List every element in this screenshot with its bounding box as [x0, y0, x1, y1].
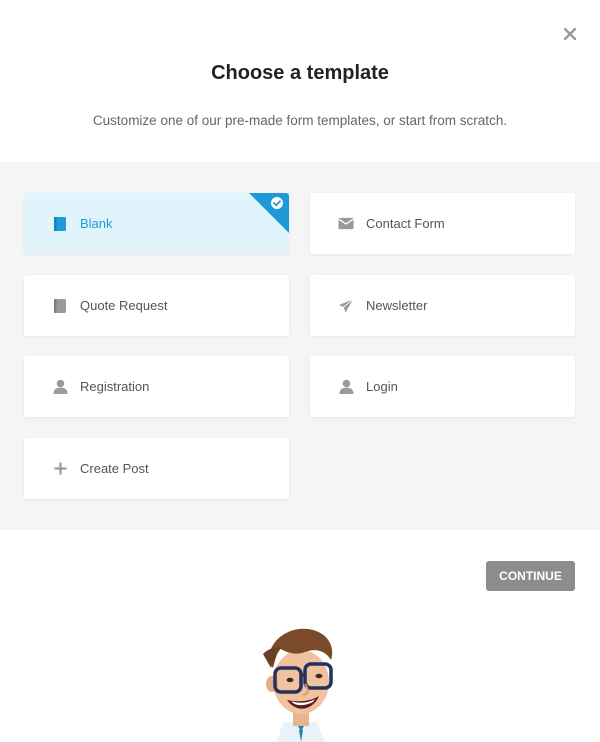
close-button[interactable] — [560, 24, 580, 44]
template-label: Quote Request — [80, 298, 168, 313]
template-label: Blank — [80, 216, 113, 231]
plus-icon — [52, 461, 68, 477]
dialog-subtitle: Customize one of our pre-made form templ… — [92, 113, 508, 128]
document-icon — [52, 298, 68, 314]
template-card-newsletter[interactable]: Newsletter — [310, 275, 575, 336]
template-card-quote-request[interactable]: Quote Request — [24, 275, 289, 336]
template-card-create-post[interactable]: Create Post — [24, 438, 289, 499]
paper-plane-icon — [338, 298, 354, 314]
template-label: Contact Form — [366, 216, 445, 231]
user-icon — [338, 379, 354, 395]
template-label: Registration — [80, 379, 150, 394]
close-icon — [564, 28, 576, 40]
template-grid: Blank Contact Form Quote Request Newslet… — [0, 162, 600, 530]
template-card-login[interactable]: Login — [310, 356, 575, 417]
template-card-contact-form[interactable]: Contact Form — [310, 193, 575, 254]
user-icon — [52, 379, 68, 395]
dialog-header: Choose a template Customize one of our p… — [0, 0, 600, 162]
template-label: Create Post — [80, 461, 149, 476]
template-label: Newsletter — [366, 298, 428, 313]
blank-page-icon — [52, 216, 68, 232]
envelope-icon — [338, 216, 354, 232]
mascot-illustration — [255, 622, 345, 742]
template-card-blank[interactable]: Blank — [24, 193, 289, 254]
continue-button[interactable]: CONTINUE — [486, 561, 575, 591]
template-label: Login — [366, 379, 398, 394]
template-card-registration[interactable]: Registration — [24, 356, 289, 417]
dialog-title: Choose a template — [211, 62, 389, 84]
selected-check-icon — [249, 193, 289, 233]
